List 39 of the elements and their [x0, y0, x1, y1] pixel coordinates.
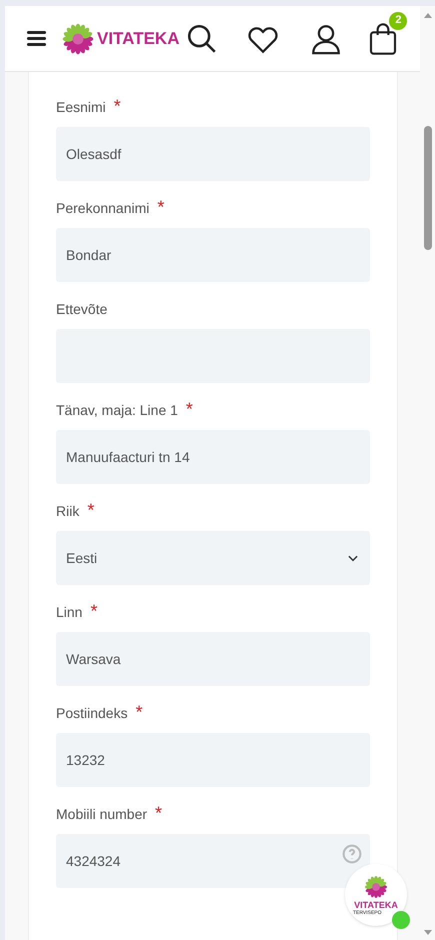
input-field[interactable]: 13232: [56, 733, 370, 787]
help-icon[interactable]: [342, 844, 362, 864]
field-label: Perekonnanimi: [56, 199, 150, 218]
widget-title: VITATEKA: [354, 900, 398, 910]
select-field[interactable]: Eesti: [56, 531, 370, 585]
input-field[interactable]: Warsava: [56, 632, 370, 686]
field-value: Olesasdf: [66, 144, 122, 164]
required-asterisk: *: [186, 400, 193, 418]
scrollbar[interactable]: [420, 6, 435, 940]
scroll-down-icon[interactable]: [424, 930, 432, 935]
cart-count: 2: [389, 12, 408, 30]
scrollbar-thumb[interactable]: [424, 126, 432, 250]
input-field[interactable]: Manuufaacturi tn 14: [56, 430, 370, 484]
field-label: Linn: [56, 603, 82, 622]
logo-text[interactable]: VITATEKA: [97, 26, 180, 52]
required-asterisk: *: [136, 703, 143, 721]
field-label: Riik: [56, 502, 80, 521]
required-asterisk: *: [157, 198, 164, 216]
required-asterisk: *: [155, 804, 162, 822]
input-field[interactable]: 4324324: [56, 834, 370, 888]
input-field[interactable]: Olesasdf: [56, 127, 370, 181]
input-field[interactable]: Bondar: [56, 228, 370, 282]
field-label: Mobiili number: [56, 805, 148, 824]
field-label: Postiindeks: [56, 704, 128, 723]
field-value: Manuufaacturi tn 14: [66, 448, 190, 466]
field-value: Warsava: [66, 650, 121, 668]
field-value: Bondar: [66, 246, 112, 264]
required-asterisk: *: [87, 501, 94, 519]
field-value: 13232: [66, 750, 105, 770]
menu-icon[interactable]: [27, 31, 46, 46]
scroll-up-icon[interactable]: [424, 13, 432, 18]
required-asterisk: *: [90, 602, 98, 620]
field-label: Eesnimi: [56, 98, 106, 117]
field-value: Eesti: [66, 548, 98, 568]
logo-icon: [363, 874, 389, 900]
field-value: 4324324: [66, 852, 121, 870]
field-label: Tänav, maja: Line 1: [56, 401, 178, 420]
required-asterisk: *: [114, 97, 121, 115]
field-label: Ettevõte: [56, 300, 108, 319]
